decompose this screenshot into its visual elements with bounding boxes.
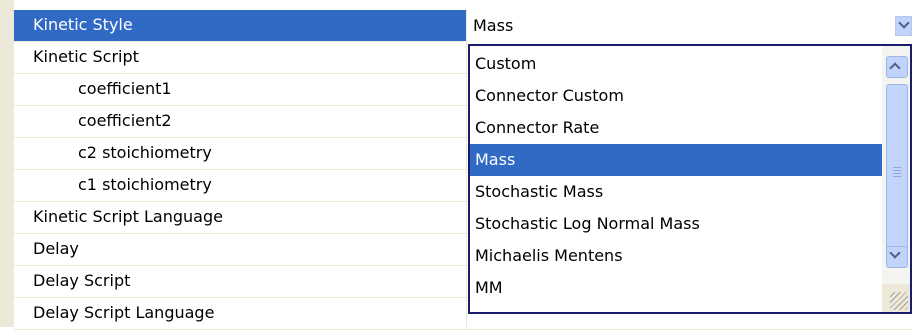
property-name-cell[interactable]: coefficient2 xyxy=(14,106,467,137)
kinetic-style-combobox[interactable]: Mass xyxy=(468,10,912,42)
property-name-cell[interactable]: Delay Script Language xyxy=(14,298,467,329)
property-name-cell[interactable]: Delay xyxy=(14,234,467,265)
property-label: Delay xyxy=(33,239,79,258)
grip-line xyxy=(893,167,901,168)
grip-line xyxy=(893,173,901,174)
property-label: Kinetic Script xyxy=(33,47,139,66)
scroll-down-button[interactable] xyxy=(886,246,908,268)
grip-line xyxy=(893,176,901,177)
dropdown-option-custom[interactable]: Custom xyxy=(470,48,884,80)
dropdown-option-mass[interactable]: Mass xyxy=(470,144,884,176)
dropdown-option-mm[interactable]: MM xyxy=(470,272,884,304)
property-label: coefficient1 xyxy=(78,79,172,98)
dropdown-option-stochastic-log-normal-mass[interactable]: Stochastic Log Normal Mass xyxy=(470,208,884,240)
combobox-value: Mass xyxy=(473,16,514,35)
property-name-cell[interactable]: Delay Script xyxy=(14,266,467,297)
property-name-cell[interactable]: Kinetic Script xyxy=(14,42,467,73)
property-name-cell[interactable]: coefficient1 xyxy=(14,74,467,105)
property-name-cell[interactable]: Kinetic Script Language xyxy=(14,202,467,233)
property-name-cell[interactable]: c2 stoichiometry xyxy=(14,138,467,169)
property-name-cell[interactable]: Kinetic Style xyxy=(14,10,467,41)
property-label: Delay Script Language xyxy=(33,303,215,322)
property-grid-gutter xyxy=(0,0,14,327)
property-label: Delay Script xyxy=(33,271,131,290)
property-label: Kinetic Style xyxy=(33,15,133,34)
property-label: c2 stoichiometry xyxy=(78,143,212,162)
scroll-up-button[interactable] xyxy=(886,56,908,78)
dropdown-option-stochastic-mass[interactable]: Stochastic Mass xyxy=(470,176,884,208)
kinetic-style-dropdown-list: Custom Connector Custom Connector Rate M… xyxy=(468,44,912,314)
resize-grip-icon[interactable] xyxy=(882,284,910,312)
property-label: coefficient2 xyxy=(78,111,172,130)
property-name-cell[interactable]: c1 stoichiometry xyxy=(14,170,467,201)
property-label: c1 stoichiometry xyxy=(78,175,212,194)
dropdown-scrollbar[interactable] xyxy=(882,46,910,312)
dropdown-option-connector-rate[interactable]: Connector Rate xyxy=(470,112,884,144)
scrollbar-thumb[interactable] xyxy=(886,84,908,260)
dropdown-button[interactable] xyxy=(895,16,912,36)
dropdown-option-connector-custom[interactable]: Connector Custom xyxy=(470,80,884,112)
chevron-down-icon xyxy=(898,17,910,29)
chevron-down-icon xyxy=(889,247,901,259)
property-label: Kinetic Script Language xyxy=(33,207,223,226)
grip-line xyxy=(893,170,901,171)
chevron-up-icon xyxy=(889,62,901,74)
dropdown-option-michaelis-mentens[interactable]: Michaelis Mentens xyxy=(470,240,884,272)
